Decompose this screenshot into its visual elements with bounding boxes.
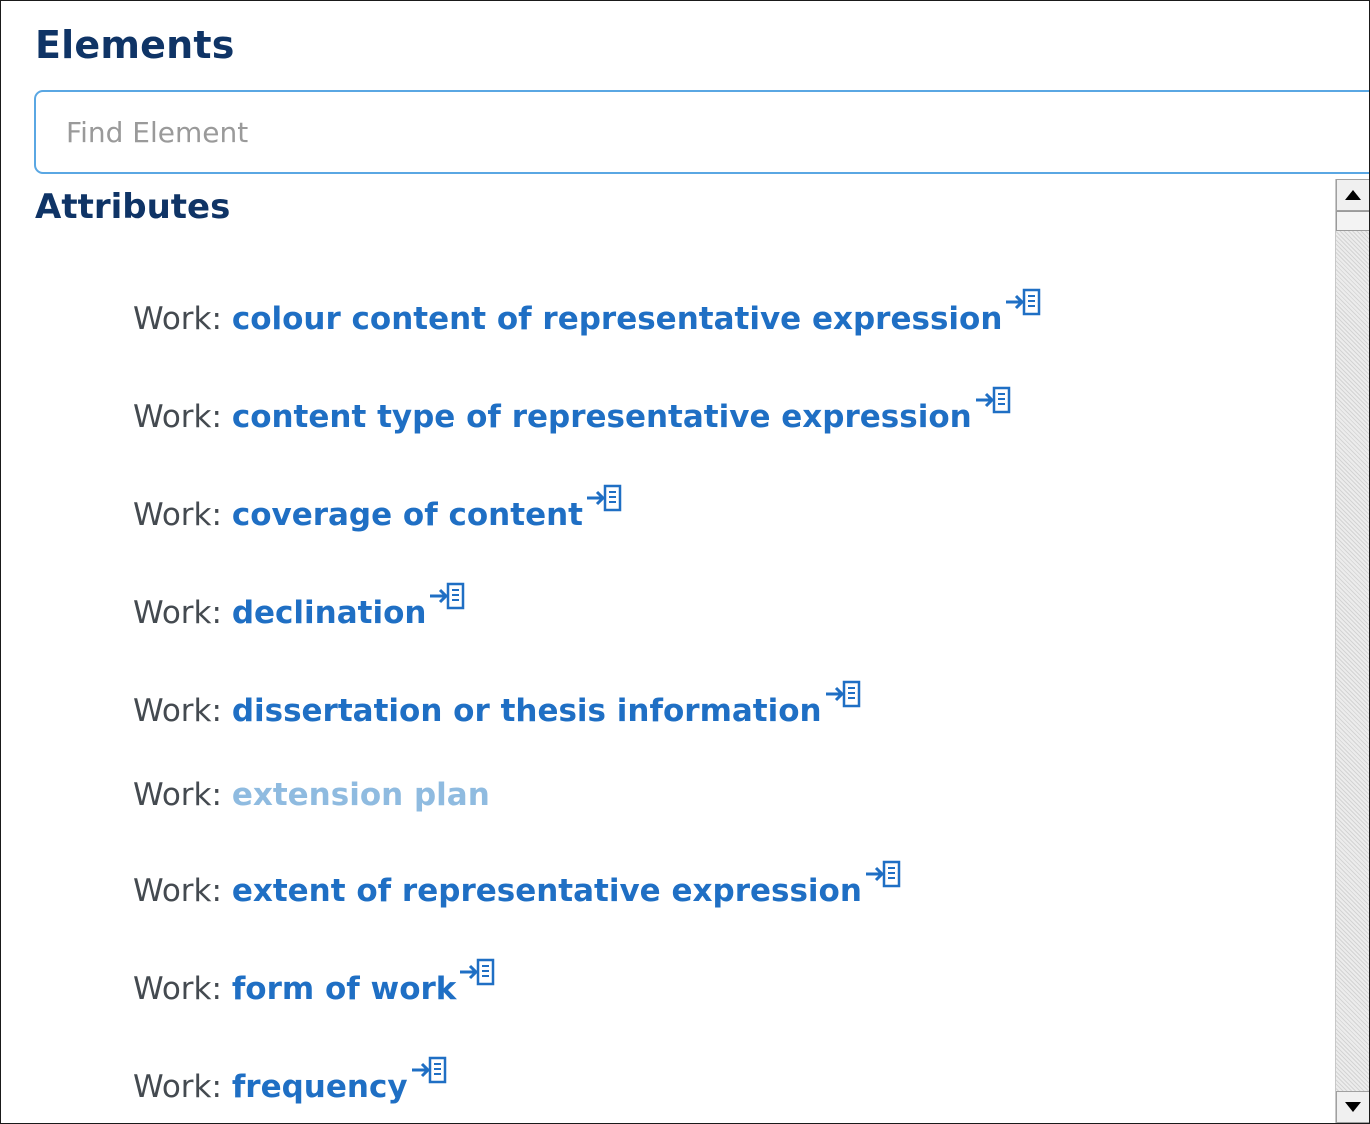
scroll-up-arrow-icon — [1345, 190, 1361, 200]
attribute-prefix: Work: — [133, 399, 222, 435]
attribute-item: Work: coverage of content — [133, 484, 623, 535]
insert-element-icon[interactable] — [428, 581, 466, 611]
attribute-link-dissertation-or-thesis-information[interactable]: dissertation or thesis information — [232, 693, 822, 729]
vertical-scrollbar[interactable] — [1335, 179, 1369, 1123]
insert-element-icon[interactable] — [1004, 287, 1042, 317]
attribute-link-content-type-of-representative-expression[interactable]: content type of representative expressio… — [232, 399, 972, 435]
scrollbar-thumb[interactable] — [1336, 211, 1369, 231]
attribute-link-form-of-work[interactable]: form of work — [232, 971, 457, 1007]
insert-element-icon[interactable] — [585, 483, 623, 513]
scroll-down-arrow-icon — [1345, 1102, 1361, 1112]
attribute-item: Work: dissertation or thesis information — [133, 680, 862, 731]
attribute-item: Work: content type of representative exp… — [133, 386, 1012, 437]
attribute-prefix: Work: — [133, 777, 222, 813]
attribute-item: Work: colour content of representative e… — [133, 288, 1042, 339]
attribute-link-declination[interactable]: declination — [232, 595, 427, 631]
attribute-item: Work: extension plan — [133, 775, 490, 815]
attribute-prefix: Work: — [133, 873, 222, 909]
insert-element-icon[interactable] — [974, 385, 1012, 415]
attribute-item: Work: form of work — [133, 958, 496, 1009]
attribute-link-extent-of-representative-expression[interactable]: extent of representative expression — [232, 873, 862, 909]
attributes-heading: Attributes — [35, 187, 231, 227]
elements-panel: Elements Attributes Work: colour content… — [0, 0, 1370, 1124]
attribute-link-colour-content-of-representative-expression[interactable]: colour content of representative express… — [232, 301, 1003, 337]
scroll-down-button[interactable] — [1336, 1091, 1369, 1123]
scroll-up-button[interactable] — [1336, 179, 1369, 211]
insert-element-icon[interactable] — [824, 679, 862, 709]
attribute-item: Work: extent of representative expressio… — [133, 860, 902, 911]
find-element-input[interactable] — [34, 90, 1369, 174]
attribute-link-coverage-of-content[interactable]: coverage of content — [232, 497, 583, 533]
attribute-prefix: Work: — [133, 1069, 222, 1105]
attribute-item: Work: declination — [133, 582, 466, 633]
insert-element-icon[interactable] — [410, 1055, 448, 1085]
attribute-item: Work: frequency — [133, 1056, 448, 1107]
attribute-prefix: Work: — [133, 497, 222, 533]
attribute-prefix: Work: — [133, 595, 222, 631]
insert-element-icon[interactable] — [864, 859, 902, 889]
panel-title: Elements — [35, 23, 235, 67]
attributes-scroll-area: Attributes Work: colour content of repre… — [1, 179, 1335, 1123]
attribute-link-extension-plan[interactable]: extension plan — [232, 777, 490, 813]
attribute-link-frequency[interactable]: frequency — [232, 1069, 408, 1105]
attribute-prefix: Work: — [133, 693, 222, 729]
attribute-prefix: Work: — [133, 301, 222, 337]
attribute-prefix: Work: — [133, 971, 222, 1007]
insert-element-icon[interactable] — [458, 957, 496, 987]
